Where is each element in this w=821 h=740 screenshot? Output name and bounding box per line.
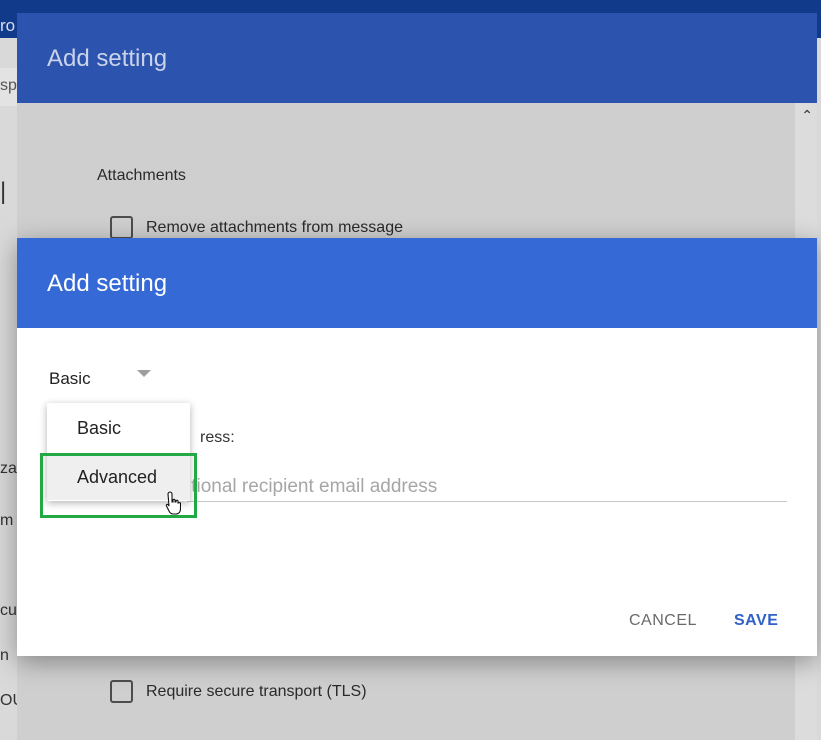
require-tls-checkbox[interactable] xyxy=(110,680,133,703)
recipient-email-input[interactable] xyxy=(187,472,787,502)
save-button[interactable]: SAVE xyxy=(734,612,778,630)
front-dialog-title: Add setting xyxy=(47,270,168,297)
mode-select[interactable]: Basic xyxy=(49,366,159,396)
cancel-button[interactable]: CANCEL xyxy=(629,612,697,630)
require-tls-label: Require secure transport (TLS) xyxy=(146,682,367,700)
mode-select-value: Basic xyxy=(49,369,91,388)
hand-pointer-icon xyxy=(165,491,181,515)
remove-attachments-row[interactable]: Remove attachments from message xyxy=(110,216,403,239)
left-edge-fragment: cu xyxy=(0,602,17,619)
remove-attachments-label: Remove attachments from message xyxy=(146,218,403,236)
remove-attachments-checkbox[interactable] xyxy=(110,216,133,239)
front-dialog-header: Add setting xyxy=(17,238,817,328)
left-edge-fragment: m xyxy=(0,512,14,529)
menu-item-basic[interactable]: Basic xyxy=(47,405,190,451)
left-edge-fragment: n xyxy=(0,647,9,664)
caret-down-icon[interactable] xyxy=(137,370,151,377)
app-title-fragment: ro xyxy=(0,16,16,35)
app-sub-bar: spa xyxy=(0,68,26,106)
address-label: ress: xyxy=(200,429,235,446)
attachments-section-label: Attachments xyxy=(97,167,186,184)
back-dialog-header: Add setting xyxy=(17,13,817,103)
left-edge-fragment: za xyxy=(0,460,17,477)
back-dialog-title: Add setting xyxy=(47,45,168,72)
chevron-up-icon[interactable]: ⌃ xyxy=(801,107,813,124)
require-tls-row[interactable]: Require secure transport (TLS) xyxy=(110,680,367,703)
left-edge-bar: | xyxy=(0,178,7,205)
